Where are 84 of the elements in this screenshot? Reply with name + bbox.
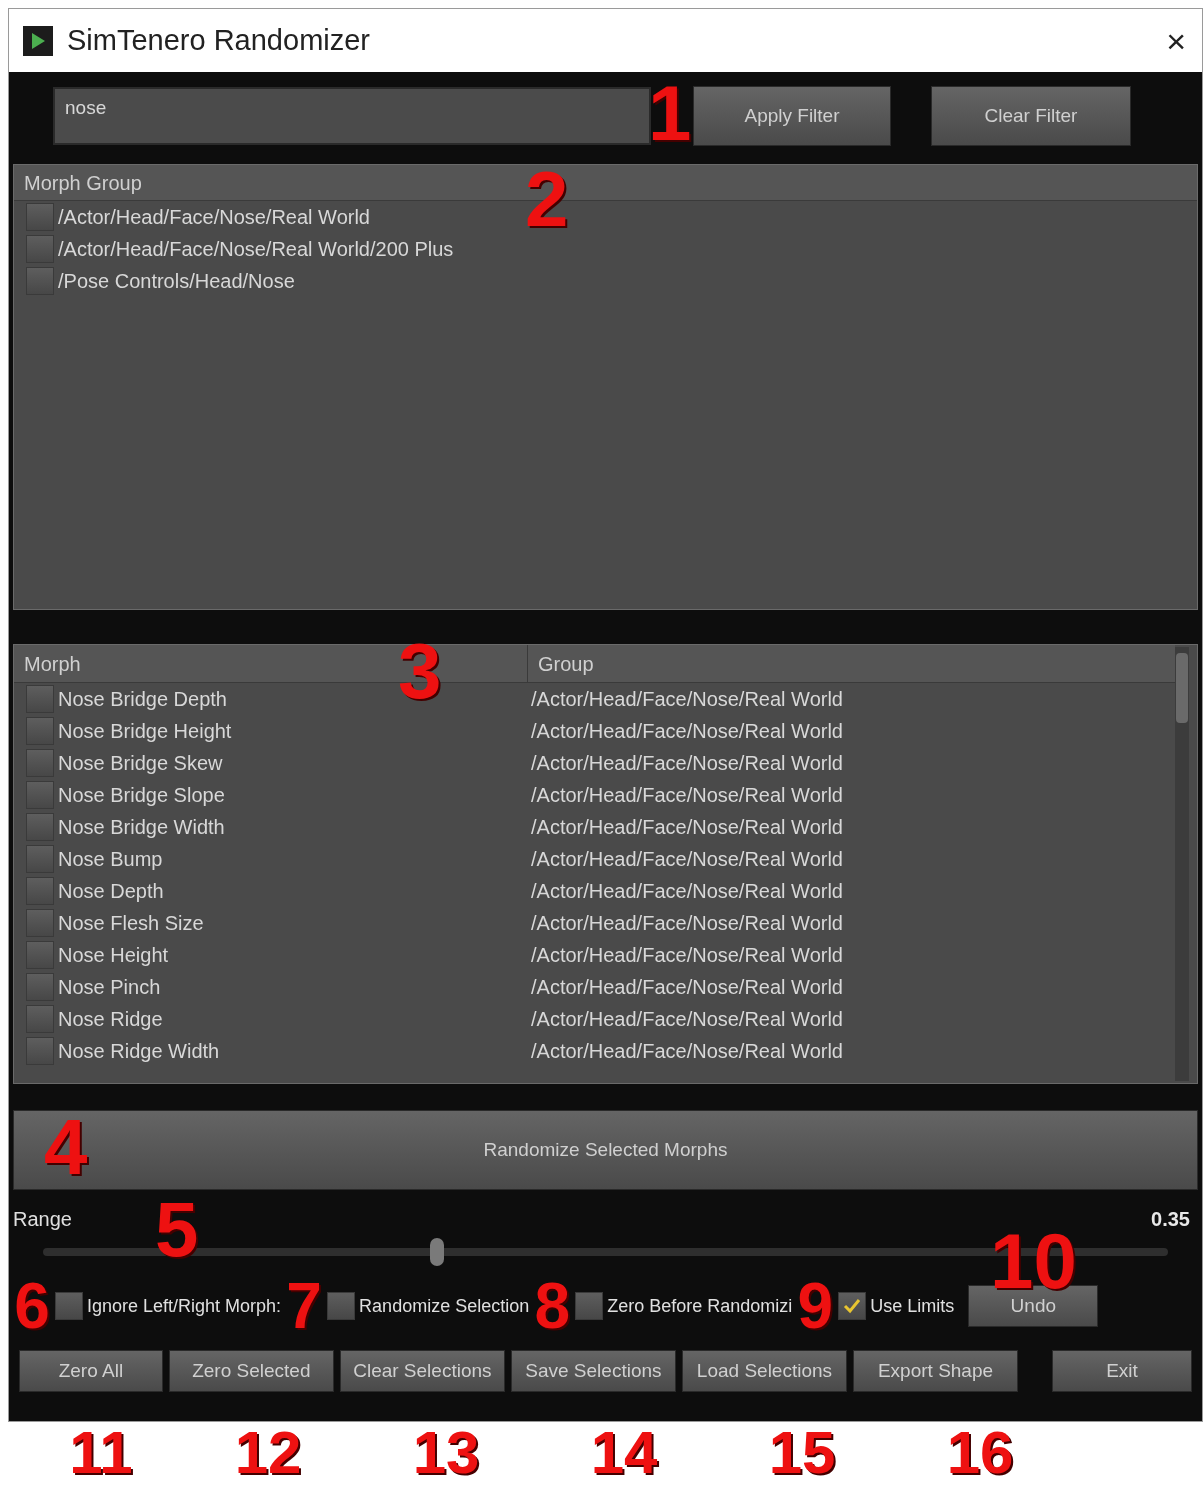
morph-group-path: /Actor/Head/Face/Nose/Real World <box>531 815 843 840</box>
morph-group-path: /Actor/Head/Face/Nose/Real World <box>531 975 843 1000</box>
annotation-number: 3 <box>398 632 442 710</box>
annotation-number: 8 <box>533 1274 571 1338</box>
checkbox[interactable] <box>575 1292 604 1320</box>
checkbox[interactable] <box>26 1005 54 1033</box>
annotation-number: 12 <box>233 1423 303 1483</box>
apply-filter-button[interactable]: Apply Filter <box>693 86 891 146</box>
toolbar-button[interactable]: Load Selections <box>681 1350 847 1392</box>
morph-group-path: /Actor/Head/Face/Nose/Real World <box>531 687 843 712</box>
checkbox[interactable] <box>838 1292 867 1320</box>
clear-filter-button[interactable]: Clear Filter <box>931 86 1131 146</box>
morph-group-path: /Pose Controls/Head/Nose <box>58 269 295 294</box>
morph-name: Nose Ridge Width <box>58 1039 220 1064</box>
toolbar-button[interactable]: Exit <box>1052 1350 1192 1392</box>
slider-thumb[interactable] <box>429 1238 444 1266</box>
morph-name: Nose Bump <box>58 847 163 872</box>
morph-group-path: /Actor/Head/Face/Nose/Real World <box>531 943 843 968</box>
annotation-number: 6 <box>13 1274 51 1338</box>
morph-name: Nose Height <box>58 943 169 968</box>
checkbox[interactable] <box>26 685 54 713</box>
annotation-number: 4 <box>44 1108 88 1186</box>
checkbox[interactable] <box>26 877 54 905</box>
morph-group-path: /Actor/Head/Face/Nose/Real World/200 Plus <box>58 237 454 262</box>
annotation-number: 13 <box>411 1423 481 1483</box>
morph-group-path: /Actor/Head/Face/Nose/Real World <box>58 205 370 230</box>
filter-field[interactable]: nose <box>53 87 651 145</box>
option-label: Ignore Left/Right Morph: <box>87 1294 282 1318</box>
toolbar-button[interactable]: Zero Selected <box>168 1350 334 1392</box>
range-reading: 0.35 <box>1151 1207 1190 1232</box>
checkbox[interactable] <box>26 267 54 295</box>
checkbox[interactable] <box>26 203 54 231</box>
morph-group-path: /Actor/Head/Face/Nose/Real World <box>531 1039 843 1064</box>
checkbox[interactable] <box>55 1292 83 1320</box>
morph-group-path: /Actor/Head/Face/Nose/Real World <box>531 847 843 872</box>
toolbar-button[interactable]: Save Selections <box>510 1350 676 1392</box>
annotation-number: 2 <box>525 160 569 238</box>
checkbox[interactable] <box>327 1292 356 1320</box>
toolbar-button[interactable]: Export Shape <box>853 1350 1019 1392</box>
checkbox[interactable] <box>26 749 54 777</box>
window-title: SimTenero Randomizer <box>67 22 370 58</box>
morph-name: Nose Bridge Width <box>58 815 225 840</box>
annotation-number: 15 <box>767 1423 837 1483</box>
scrollbar[interactable] <box>1175 647 1189 1081</box>
option-label: Randomize Selection <box>359 1294 530 1318</box>
annotation-number: 5 <box>155 1190 199 1268</box>
checkbox[interactable] <box>26 717 54 745</box>
morph-name: Nose Bridge Height <box>58 719 232 744</box>
annotation-number: 14 <box>589 1423 659 1483</box>
morph-name: Nose Bridge Slope <box>58 783 225 808</box>
range-label: Range <box>13 1207 72 1232</box>
toolbar-button[interactable]: Clear Selections <box>339 1350 505 1392</box>
morph-name: Nose Flesh Size <box>58 911 204 936</box>
morph-name: Nose Bridge Skew <box>58 751 223 776</box>
morph-name: Nose Pinch <box>58 975 161 1000</box>
morph-name: Nose Bridge Depth <box>58 687 227 712</box>
option-label: Use Limits <box>870 1294 955 1318</box>
checkbox[interactable] <box>26 1037 54 1065</box>
checkbox[interactable] <box>26 973 54 1001</box>
morph-group-path: /Actor/Head/Face/Nose/Real World <box>531 879 843 904</box>
checkbox[interactable] <box>26 813 54 841</box>
checkbox[interactable] <box>26 941 54 969</box>
annotation-number: 9 <box>796 1274 835 1338</box>
morph-group-path: /Actor/Head/Face/Nose/Real World <box>531 911 843 936</box>
annotation-number: 7 <box>285 1274 323 1338</box>
morph-group-path: /Actor/Head/Face/Nose/Real World <box>531 751 843 776</box>
annotation-number: 16 <box>945 1423 1015 1483</box>
annotation-number: 11 <box>68 1423 134 1483</box>
morph-name: Nose Ridge <box>58 1007 163 1032</box>
checkbox[interactable] <box>26 235 54 263</box>
app-logo-icon <box>23 25 53 56</box>
checkbox[interactable] <box>26 845 54 873</box>
column-header: Group <box>537 651 595 677</box>
morph-group-path: /Actor/Head/Face/Nose/Real World <box>531 719 843 744</box>
option-label: Zero Before Randomizi <box>607 1294 793 1318</box>
morph-group-path: /Actor/Head/Face/Nose/Real World <box>531 783 843 808</box>
toolbar-button[interactable]: Zero All <box>19 1350 163 1392</box>
checkmark-icon <box>843 1297 862 1315</box>
annotation-number: 1 <box>648 74 692 152</box>
morph-group-path: /Actor/Head/Face/Nose/Real World <box>531 1007 843 1032</box>
morph-name: Nose Depth <box>58 879 164 904</box>
checkbox[interactable] <box>26 909 54 937</box>
checkbox[interactable] <box>26 781 54 809</box>
close-button[interactable]: × <box>1166 23 1188 58</box>
